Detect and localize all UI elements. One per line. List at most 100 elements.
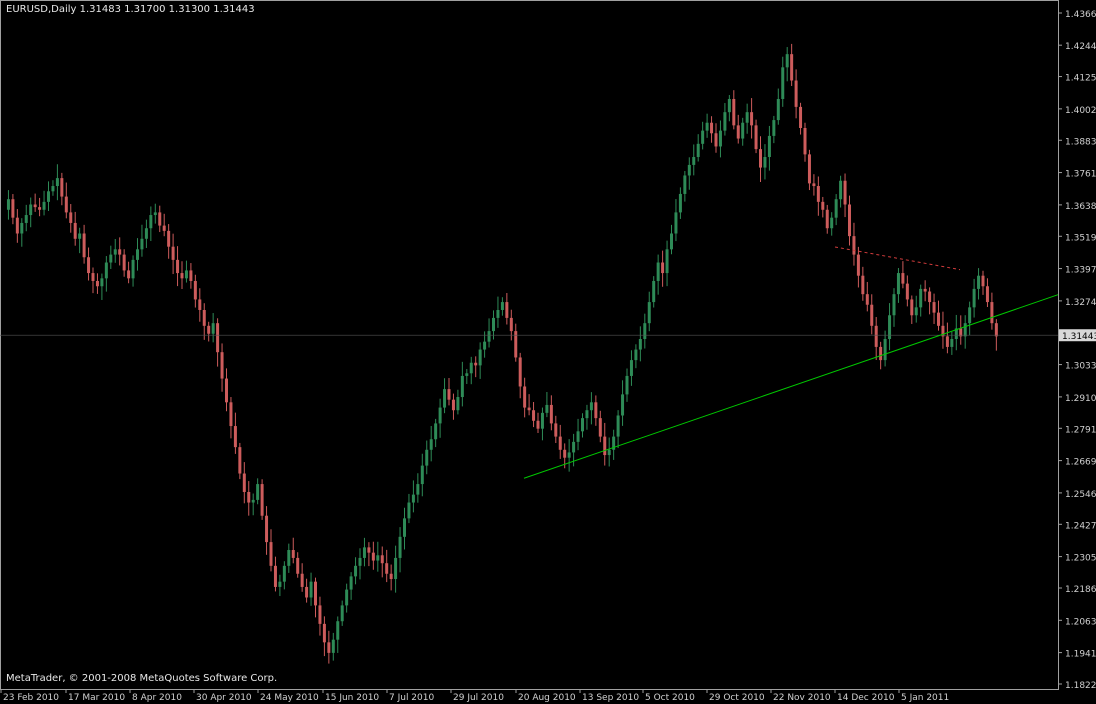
candle-bull bbox=[362, 547, 366, 558]
candle-bull bbox=[621, 394, 625, 416]
candle-bear bbox=[794, 80, 798, 107]
candle-bear bbox=[367, 547, 371, 553]
candle-bull bbox=[834, 199, 838, 218]
candle-bear bbox=[82, 233, 86, 258]
candle-bull bbox=[883, 339, 887, 361]
candle-bear bbox=[990, 302, 994, 324]
candle-bull bbox=[425, 449, 429, 466]
candle-bear bbox=[447, 389, 451, 400]
candle-bull bbox=[336, 621, 340, 640]
candle-bear bbox=[532, 410, 536, 421]
x-tick-label: 20 Aug 2010 bbox=[518, 693, 576, 703]
candle-bear bbox=[799, 106, 803, 128]
candle-bear bbox=[69, 212, 73, 223]
candle-bull bbox=[892, 294, 896, 316]
candle-bull bbox=[109, 254, 113, 263]
candle-bull bbox=[407, 502, 411, 519]
candle-bull bbox=[727, 98, 731, 113]
candle-bull bbox=[331, 639, 335, 653]
candle-bear bbox=[95, 280, 99, 287]
candle-bear bbox=[176, 259, 180, 274]
candle-bull bbox=[483, 341, 487, 350]
candle-bear bbox=[273, 565, 277, 587]
candle-bear bbox=[928, 291, 932, 303]
y-tick-label: 1.18220 bbox=[1065, 681, 1096, 691]
candle-bear bbox=[389, 573, 393, 580]
candle-bull bbox=[638, 339, 642, 350]
candle-bull bbox=[24, 215, 28, 223]
candle-bear bbox=[563, 449, 567, 458]
candle-bear bbox=[220, 352, 224, 379]
candle-bull bbox=[411, 494, 415, 503]
candle-bull bbox=[398, 536, 402, 558]
candle-bull bbox=[500, 302, 504, 310]
candle-bear bbox=[790, 54, 794, 81]
candle-bull bbox=[678, 193, 682, 213]
chart-title: EURUSD,Daily 1.31483 1.31700 1.31300 1.3… bbox=[6, 4, 255, 15]
candle-bull bbox=[950, 339, 954, 347]
candle-bear bbox=[180, 273, 184, 279]
candle-bull bbox=[767, 135, 771, 158]
candle-bull bbox=[741, 122, 745, 139]
candle-bear bbox=[905, 283, 909, 300]
candle-bear bbox=[509, 317, 513, 332]
candle-bear bbox=[825, 209, 829, 229]
y-tick-label: 1.33970 bbox=[1065, 266, 1096, 276]
candle-bull bbox=[376, 555, 380, 561]
candle-bear bbox=[874, 325, 878, 347]
candle-bear bbox=[812, 183, 816, 187]
candle-bear bbox=[269, 542, 273, 566]
x-tick-label: 24 May 2010 bbox=[260, 693, 319, 703]
candle-bear bbox=[861, 275, 865, 295]
candle-bull bbox=[830, 217, 834, 229]
x-tick-label: 15 Jun 2010 bbox=[325, 693, 379, 703]
y-tick-label: 1.26690 bbox=[1065, 458, 1096, 468]
candle-bull bbox=[438, 407, 442, 424]
candle-bear bbox=[216, 323, 220, 353]
candle-bear bbox=[229, 402, 233, 427]
support-trendline bbox=[523, 294, 1059, 479]
candle-bear bbox=[754, 125, 758, 150]
candle-bull bbox=[149, 215, 153, 229]
candle-bull bbox=[55, 178, 59, 187]
candle-bull bbox=[6, 199, 10, 210]
y-tick-label: 1.21860 bbox=[1065, 585, 1096, 595]
candle-bear bbox=[803, 127, 807, 155]
candle-bear bbox=[265, 515, 269, 543]
candle-bear bbox=[380, 555, 384, 564]
candle-bear bbox=[594, 402, 598, 419]
candle-bull bbox=[629, 360, 633, 376]
candle-bull bbox=[776, 98, 780, 121]
candle-bear bbox=[736, 125, 740, 139]
candle-bull bbox=[772, 120, 776, 136]
candle-bull bbox=[589, 402, 593, 411]
x-tick-label: 5 Oct 2010 bbox=[645, 693, 695, 703]
candle-bear bbox=[318, 605, 322, 624]
candle-bull bbox=[683, 175, 687, 194]
candle-bull bbox=[354, 565, 358, 577]
x-tick-label: 29 Jul 2010 bbox=[453, 693, 504, 703]
candle-bull bbox=[972, 288, 976, 308]
candle-bull bbox=[136, 249, 139, 260]
x-tick-label: 23 Feb 2010 bbox=[3, 693, 59, 703]
candle-bull bbox=[460, 375, 464, 398]
plot-frame bbox=[0, 0, 1059, 690]
candle-bull bbox=[496, 309, 500, 318]
candle-bull bbox=[456, 397, 460, 411]
candle-bull bbox=[340, 605, 344, 622]
candle-bull bbox=[144, 228, 148, 239]
candle-bull bbox=[572, 441, 576, 453]
candle-bull bbox=[896, 273, 900, 295]
candle-bear bbox=[816, 186, 820, 202]
candle-bear bbox=[603, 436, 607, 456]
candle-bull bbox=[184, 270, 188, 279]
candle-bear bbox=[305, 586, 309, 598]
candle-bear bbox=[314, 581, 317, 606]
y-tick-label: 1.38835 bbox=[1065, 137, 1096, 147]
candle-bull bbox=[652, 280, 656, 303]
candle-bear bbox=[238, 447, 242, 474]
candle-bear bbox=[202, 309, 206, 326]
x-tick-label: 22 Nov 2010 bbox=[773, 693, 831, 703]
price-chart[interactable]: 1.43660 1.42440 1.41250 1.40025 1.38835 1.376… bbox=[0, 0, 1096, 704]
candle-bull bbox=[278, 581, 282, 587]
